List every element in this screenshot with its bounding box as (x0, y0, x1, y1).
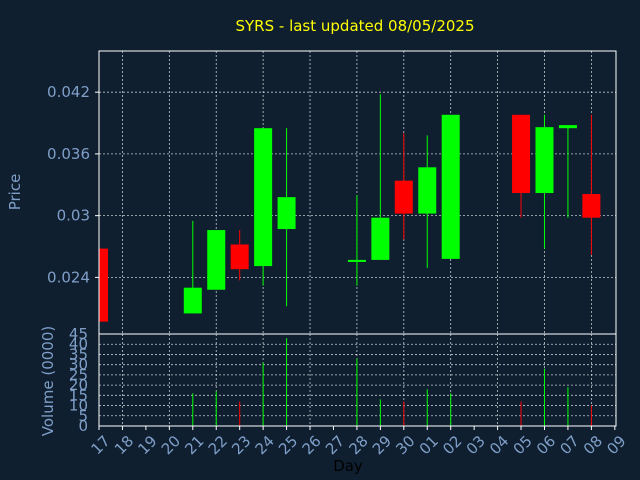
x-tick-label: 25 (275, 432, 301, 458)
candle-body (582, 194, 601, 218)
volume-grid (99, 334, 616, 426)
candle-body (418, 167, 437, 214)
x-tick-label: 06 (533, 432, 559, 458)
candle-body (441, 114, 460, 259)
stock-chart: SYRS - last updated 08/05/2025 0.024 0.03… (6, 17, 630, 475)
candle-body (99, 248, 108, 322)
x-tick-label: 20 (158, 432, 184, 458)
volume-panel-frame (98, 333, 617, 427)
x-tick-label: 17 (88, 432, 114, 458)
x-tick-label: 30 (392, 432, 418, 458)
x-tick-label: 09 (603, 432, 629, 458)
volume-y-ticks: 051015202530354045 (69, 325, 88, 435)
x-tick-label: 07 (556, 432, 582, 458)
x-tick-label: 29 (369, 432, 395, 458)
volume-y-tick-label: 45 (69, 325, 88, 343)
candle-body (371, 217, 390, 260)
x-tick-label: 01 (416, 432, 442, 458)
x-tick-label: 03 (463, 432, 489, 458)
volume-axis-label: Volume (0000) (39, 326, 57, 436)
x-tick-label: 23 (228, 432, 254, 458)
x-ticks: 1718192021222324252627282930010203040506… (88, 426, 630, 458)
candle-body (207, 230, 226, 290)
x-tick-label: 02 (439, 432, 465, 458)
x-tick-label: 27 (322, 432, 348, 458)
x-tick-label: 21 (181, 432, 207, 458)
price-axis-label: Price (6, 174, 24, 211)
volume-bars (192, 338, 592, 426)
x-tick-label: 04 (486, 432, 512, 458)
x-axis-label: Day (333, 457, 363, 475)
candle-body (230, 244, 249, 270)
x-tick-label: 22 (205, 432, 231, 458)
candle-body (254, 128, 273, 267)
candle-body (535, 127, 554, 194)
candle-body (277, 197, 296, 230)
x-tick-label: 24 (252, 432, 278, 458)
price-y-tick-label: 0.036 (47, 145, 90, 163)
chart-title: SYRS - last updated 08/05/2025 (236, 17, 475, 35)
candle-body (394, 180, 413, 214)
price-y-ticks: 0.024 0.03 0.036 0.042 (47, 83, 99, 286)
candle-body (347, 259, 366, 262)
price-y-tick-label: 0.042 (47, 83, 90, 101)
x-tick-label: 08 (580, 432, 606, 458)
x-tick-label: 26 (299, 432, 325, 458)
x-tick-label: 19 (134, 432, 160, 458)
price-y-tick-label: 0.024 (47, 268, 90, 286)
price-y-tick-label: 0.03 (57, 207, 90, 225)
x-tick-label: 05 (510, 432, 536, 458)
x-tick-label: 18 (111, 432, 137, 458)
candle-body (512, 114, 531, 194)
candle-body (558, 125, 577, 129)
x-tick-label: 28 (345, 432, 371, 458)
candles (98, 94, 601, 322)
candle-body (183, 287, 202, 314)
